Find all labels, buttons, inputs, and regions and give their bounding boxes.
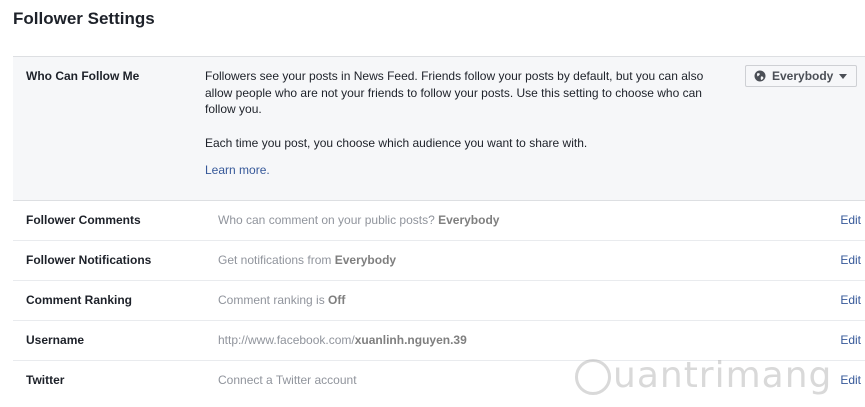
page-title: Follower Settings (13, 9, 155, 28)
who-can-follow-label: Who Can Follow Me (26, 69, 140, 83)
edit-link[interactable]: Edit (840, 333, 861, 347)
watermark-icon (575, 359, 611, 395)
setting-value: Who can comment on your public posts? Ev… (218, 213, 500, 227)
setting-value: Connect a Twitter account (218, 373, 357, 387)
setting-row-follower-notifications: Follower Notifications Get notifications… (13, 241, 865, 281)
setting-label: Twitter (26, 373, 65, 387)
setting-label: Follower Notifications (26, 253, 152, 267)
setting-value: http://www.facebook.com/xuanlinh.nguyen.… (218, 333, 467, 347)
setting-label: Username (26, 333, 85, 347)
follow-audience-note: Each time you post, you choose which aud… (205, 136, 588, 150)
edit-link[interactable]: Edit (840, 253, 861, 267)
watermark-logo: uantrimang (575, 355, 832, 396)
audience-value: Everybody (772, 69, 834, 83)
who-can-follow-section: Who Can Follow Me Followers see your pos… (13, 57, 865, 201)
chevron-down-icon (839, 73, 848, 79)
edit-link[interactable]: Edit (840, 293, 861, 307)
audience-selector-button[interactable]: Everybody (745, 65, 857, 87)
learn-more-link[interactable]: Learn more. (205, 163, 270, 177)
setting-row-comment-ranking: Comment Ranking Comment ranking is Off E… (13, 281, 865, 321)
edit-link[interactable]: Edit (840, 373, 861, 387)
globe-icon (754, 70, 766, 82)
setting-label: Follower Comments (26, 213, 141, 227)
edit-link[interactable]: Edit (840, 213, 861, 227)
follow-description: Followers see your posts in News Feed. F… (205, 69, 704, 116)
setting-label: Comment Ranking (26, 293, 133, 307)
setting-row-follower-comments: Follower Comments Who can comment on you… (13, 201, 865, 241)
setting-value: Get notifications from Everybody (218, 253, 397, 267)
setting-value: Comment ranking is Off (218, 293, 346, 307)
